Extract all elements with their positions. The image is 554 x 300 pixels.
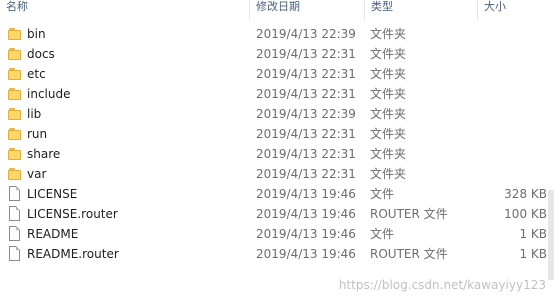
folder-row[interactable]: lib 2019/4/13 22:39 文件夹 [0, 104, 554, 124]
item-size [470, 104, 547, 124]
item-name: docs [27, 47, 55, 61]
folder-row[interactable]: bin 2019/4/13 22:39 文件夹 [0, 24, 554, 44]
column-header: 名称 修改日期 类型 大小 [0, 0, 554, 20]
column-name-label: 名称 [6, 0, 28, 13]
icon-cell [8, 224, 22, 244]
item-date: 2019/4/13 22:39 [256, 107, 356, 121]
item-name: README.router [27, 247, 119, 261]
folder-icon [8, 108, 22, 120]
file-list: bin 2019/4/13 22:39 文件夹 docs 2019/4/13 22:31… [0, 24, 554, 264]
icon-cell [8, 164, 22, 184]
item-date: 2019/4/13 22:31 [256, 127, 356, 141]
item-size: 1 KB [519, 227, 547, 241]
item-name: var [27, 167, 47, 181]
item-type: 文件夹 [370, 167, 407, 181]
file-icon [9, 186, 20, 201]
folder-icon [8, 148, 22, 160]
item-size: 1 KB [519, 247, 547, 261]
folder-icon [8, 28, 22, 40]
item-type: 文件 [370, 187, 395, 201]
icon-cell [8, 24, 22, 44]
item-name: etc [27, 67, 46, 81]
column-header-type[interactable]: 类型 [365, 0, 477, 20]
item-date: 2019/4/13 22:31 [256, 167, 356, 181]
item-date: 2019/4/13 19:46 [256, 187, 356, 201]
item-size: 328 KB [504, 187, 547, 201]
item-size [470, 124, 547, 144]
item-date: 2019/4/13 22:31 [256, 87, 356, 101]
item-type: 文件夹 [370, 27, 407, 41]
file-row[interactable]: LICENSE 2019/4/13 19:46 文件 328 KB [0, 184, 554, 204]
item-size [470, 64, 547, 84]
column-header-date[interactable]: 修改日期 [250, 0, 364, 20]
item-date: 2019/4/13 19:46 [256, 247, 356, 261]
item-date: 2019/4/13 22:31 [256, 47, 356, 61]
item-size [470, 24, 547, 44]
icon-cell [8, 84, 22, 104]
item-type: 文件夹 [370, 147, 407, 161]
item-type: ROUTER 文件 [370, 247, 448, 261]
item-date: 2019/4/13 22:31 [256, 67, 356, 81]
item-name: share [27, 147, 61, 161]
watermark: https://blog.csdn.net/kawayiyy123 [338, 278, 546, 292]
file-row[interactable]: README 2019/4/13 19:46 文件 1 KB [0, 224, 554, 244]
folder-icon [8, 88, 22, 100]
file-icon [9, 226, 20, 241]
icon-cell [8, 64, 22, 84]
item-type: 文件 [370, 227, 395, 241]
icon-cell [8, 44, 22, 64]
folder-row[interactable]: include 2019/4/13 22:31 文件夹 [0, 84, 554, 104]
item-date: 2019/4/13 19:46 [256, 227, 356, 241]
file-row[interactable]: README.router 2019/4/13 19:46 ROUTER 文件 1 K… [0, 244, 554, 264]
file-icon [9, 246, 20, 261]
item-name: LICENSE [27, 187, 78, 201]
icon-cell [8, 244, 22, 264]
item-type: ROUTER 文件 [370, 207, 448, 221]
item-type: 文件夹 [370, 67, 407, 81]
item-size [470, 144, 547, 164]
icon-cell [8, 124, 22, 144]
item-date: 2019/4/13 19:46 [256, 207, 356, 221]
item-size [470, 84, 547, 104]
column-type-label: 类型 [371, 0, 393, 13]
folder-row[interactable]: docs 2019/4/13 22:31 文件夹 [0, 44, 554, 64]
column-header-size[interactable]: 大小 [478, 0, 554, 20]
item-date: 2019/4/13 22:31 [256, 147, 356, 161]
file-icon [9, 206, 20, 221]
folder-row[interactable]: share 2019/4/13 22:31 文件夹 [0, 144, 554, 164]
item-name: lib [27, 107, 42, 121]
icon-cell [8, 184, 22, 204]
item-type: 文件夹 [370, 87, 407, 101]
item-name: run [27, 127, 48, 141]
item-size: 100 KB [504, 207, 547, 221]
column-size-label: 大小 [484, 0, 506, 13]
folder-icon [8, 48, 22, 60]
item-size [470, 164, 547, 184]
icon-cell [8, 204, 22, 224]
item-type: 文件夹 [370, 127, 407, 141]
folder-row[interactable]: run 2019/4/13 22:31 文件夹 [0, 124, 554, 144]
item-type: 文件夹 [370, 47, 407, 61]
item-type: 文件夹 [370, 107, 407, 121]
item-size [470, 44, 547, 64]
folder-icon [8, 128, 22, 140]
item-name: bin [27, 27, 46, 41]
item-name: README [27, 227, 79, 241]
folder-icon [8, 68, 22, 80]
folder-row[interactable]: etc 2019/4/13 22:31 文件夹 [0, 64, 554, 84]
column-header-name[interactable]: 名称 [0, 0, 249, 20]
column-date-label: 修改日期 [256, 0, 300, 13]
scrollbar[interactable] [548, 190, 554, 280]
icon-cell [8, 144, 22, 164]
icon-cell [8, 104, 22, 124]
item-name: include [27, 87, 71, 101]
folder-row[interactable]: var 2019/4/13 22:31 文件夹 [0, 164, 554, 184]
item-date: 2019/4/13 22:39 [256, 27, 356, 41]
folder-icon [8, 168, 22, 180]
item-name: LICENSE.router [27, 207, 118, 221]
file-row[interactable]: LICENSE.router 2019/4/13 19:46 ROUTER 文件 10… [0, 204, 554, 224]
